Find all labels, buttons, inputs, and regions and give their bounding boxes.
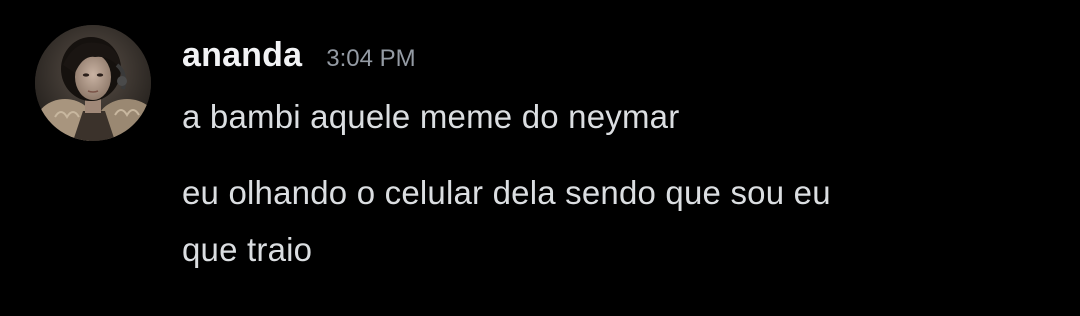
chat-message: ananda 3:04 PM a bambi aquele meme do ne… [0, 0, 1080, 316]
message-text-line: que traio [182, 231, 313, 268]
message-text-line: a bambi aquele meme do neymar [182, 98, 680, 135]
user-avatar[interactable] [35, 25, 151, 141]
message-text-line: eu olhando o celular dela sendo que sou … [182, 174, 831, 211]
avatar-portrait-icon [35, 25, 151, 141]
username[interactable]: ananda [182, 36, 302, 75]
message-timestamp: 3:04 PM [326, 45, 416, 72]
message-header: ananda 3:04 PM [182, 36, 416, 82]
